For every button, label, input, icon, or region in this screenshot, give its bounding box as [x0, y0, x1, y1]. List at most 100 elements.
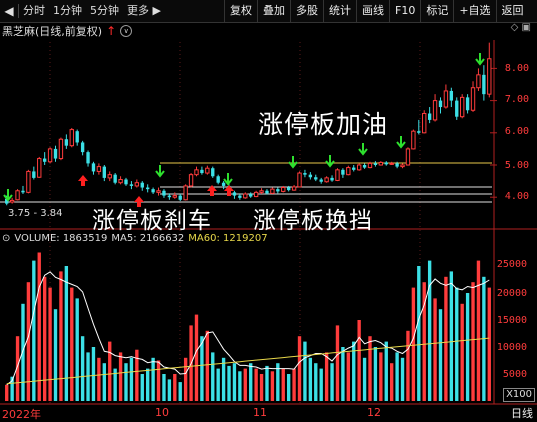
volume-bar: [26, 282, 31, 401]
candle-body: [465, 97, 470, 111]
green-down-arrow: [358, 143, 368, 156]
candle-body: [26, 170, 31, 193]
candle-body: [69, 129, 74, 147]
candle-body: [324, 177, 329, 183]
candle-body: [243, 193, 248, 199]
candle-body: [47, 148, 53, 163]
candle-body: [140, 182, 144, 188]
candle-body: [216, 176, 220, 183]
candle-body: [276, 189, 280, 192]
volume-bar: [270, 371, 275, 401]
volume-bar: [346, 352, 350, 401]
volume-bar: [64, 266, 69, 401]
volume-bar: [178, 382, 182, 401]
volume-bar: [70, 287, 74, 401]
volume-bar: [221, 357, 226, 401]
candle-body: [378, 161, 384, 166]
volume-bar: [476, 260, 481, 401]
candle-body: [411, 130, 416, 150]
volume-bar: [75, 298, 79, 401]
date-tick: 2022年: [2, 408, 41, 421]
volume-bar: [135, 349, 139, 401]
candle-body: [32, 171, 36, 178]
candle-body: [286, 187, 291, 191]
volume-bar: [373, 347, 378, 401]
volume-bar: [167, 379, 172, 401]
volume-tick: 25000: [496, 259, 527, 270]
candle-body: [389, 162, 394, 165]
candle-body: [194, 169, 199, 176]
volume-ma5-line: [6, 271, 490, 386]
volume-bar: [390, 363, 394, 401]
volume-bar: [400, 357, 405, 401]
candle-body: [405, 148, 411, 166]
red-up-arrow: [78, 175, 88, 186]
candle-body: [373, 163, 378, 165]
volume-bar: [227, 365, 231, 401]
volume-bar: [37, 252, 41, 401]
volume-info-icon[interactable]: ⊙: [2, 233, 10, 244]
volume-bar: [357, 320, 361, 401]
date-tick: 12: [367, 406, 381, 419]
period-selector[interactable]: 日线: [511, 405, 533, 421]
candle-body: [64, 139, 69, 146]
candle-body: [183, 185, 188, 201]
green-down-arrow: [223, 173, 233, 186]
signal-arrows: [3, 53, 485, 207]
volume-bar: [427, 260, 432, 401]
candle-body: [308, 174, 313, 178]
volume-bar: [151, 357, 155, 401]
candle-body: [107, 174, 112, 179]
candle-body: [422, 112, 427, 134]
volume-bar: [297, 336, 302, 401]
volume-bar: [124, 363, 128, 401]
candle-body: [362, 165, 367, 168]
candle-body: [297, 172, 302, 188]
volume-bar: [259, 374, 264, 401]
label-brake: 涨停板刹车: [92, 208, 212, 234]
candle-body: [249, 193, 253, 197]
volume-bar: [205, 330, 210, 401]
volume-bar: [471, 282, 475, 401]
volume-bar: [216, 368, 220, 401]
candle-body: [303, 173, 307, 175]
candle-body: [291, 186, 297, 191]
candle-body: [200, 169, 204, 174]
candle-body: [211, 168, 215, 177]
candle-body: [21, 190, 25, 193]
volume-header: ⊙ VOLUME: 1863519 MA5: 2166632 MA60: 121920…: [2, 233, 272, 244]
candle-body: [265, 190, 269, 194]
green-down-arrow: [396, 136, 406, 149]
candle-body: [470, 87, 476, 111]
volume-bar: [32, 260, 36, 401]
volume-bar: [455, 287, 459, 401]
volume-bar: [97, 357, 101, 401]
volume-bar: [281, 368, 285, 401]
candle-body: [151, 189, 155, 193]
candle-body: [58, 138, 64, 160]
candle-body: [134, 182, 140, 187]
volume-bar: [59, 271, 63, 401]
volume-bar: [292, 368, 296, 401]
volume-bar: [162, 374, 166, 401]
volume-bar: [449, 271, 454, 401]
green-down-arrow: [325, 155, 335, 168]
volume-bar: [308, 357, 313, 401]
volume-bar: [211, 352, 215, 401]
green-down-arrow: [155, 165, 165, 178]
volume-bar: [330, 363, 334, 401]
candle-body: [459, 96, 465, 118]
volume-bar: [146, 368, 150, 401]
volume-bar: [335, 325, 340, 401]
candle-body: [395, 163, 399, 167]
volume-bar: [129, 357, 134, 401]
candle-body: [91, 163, 96, 172]
candle-body: [162, 190, 166, 196]
volume-bar: [238, 371, 242, 401]
green-down-arrow: [3, 189, 13, 202]
volume-bar: [5, 384, 9, 401]
price-tick: 6.00: [504, 126, 529, 137]
volume-bar: [173, 374, 177, 401]
ma60-value: MA60: 1219207: [188, 233, 268, 244]
date-tick: 10: [155, 406, 169, 419]
